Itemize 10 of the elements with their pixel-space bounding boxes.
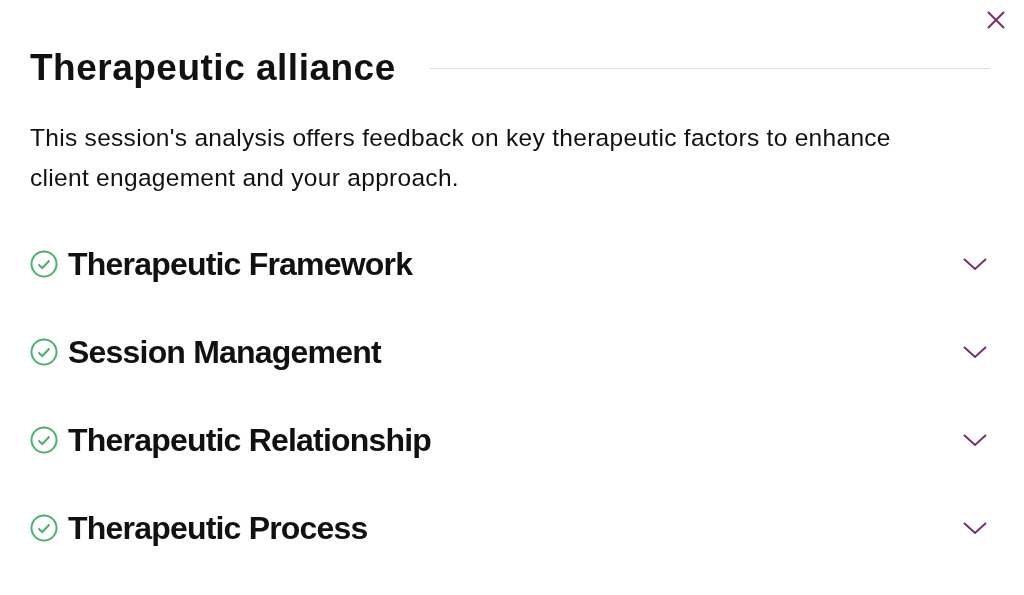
chevron-down-icon[interactable] [963, 257, 987, 271]
section-heading: Session Management [68, 333, 383, 371]
chevron-down-icon[interactable] [963, 521, 987, 535]
chevron-down-icon[interactable] [963, 433, 987, 447]
section-heading: Therapeutic Framework [68, 245, 414, 283]
description-text: This session's analysis offers feedback on key therapeutic factors to enhance client engagement and your approach. [30, 123, 892, 193]
dialog-title: Therapeutic alliance [30, 46, 396, 90]
section-heading: Therapeutic Relationship [68, 421, 433, 459]
section-heading: Therapeutic Process [68, 509, 369, 547]
chevron-down-icon[interactable] [963, 345, 987, 359]
